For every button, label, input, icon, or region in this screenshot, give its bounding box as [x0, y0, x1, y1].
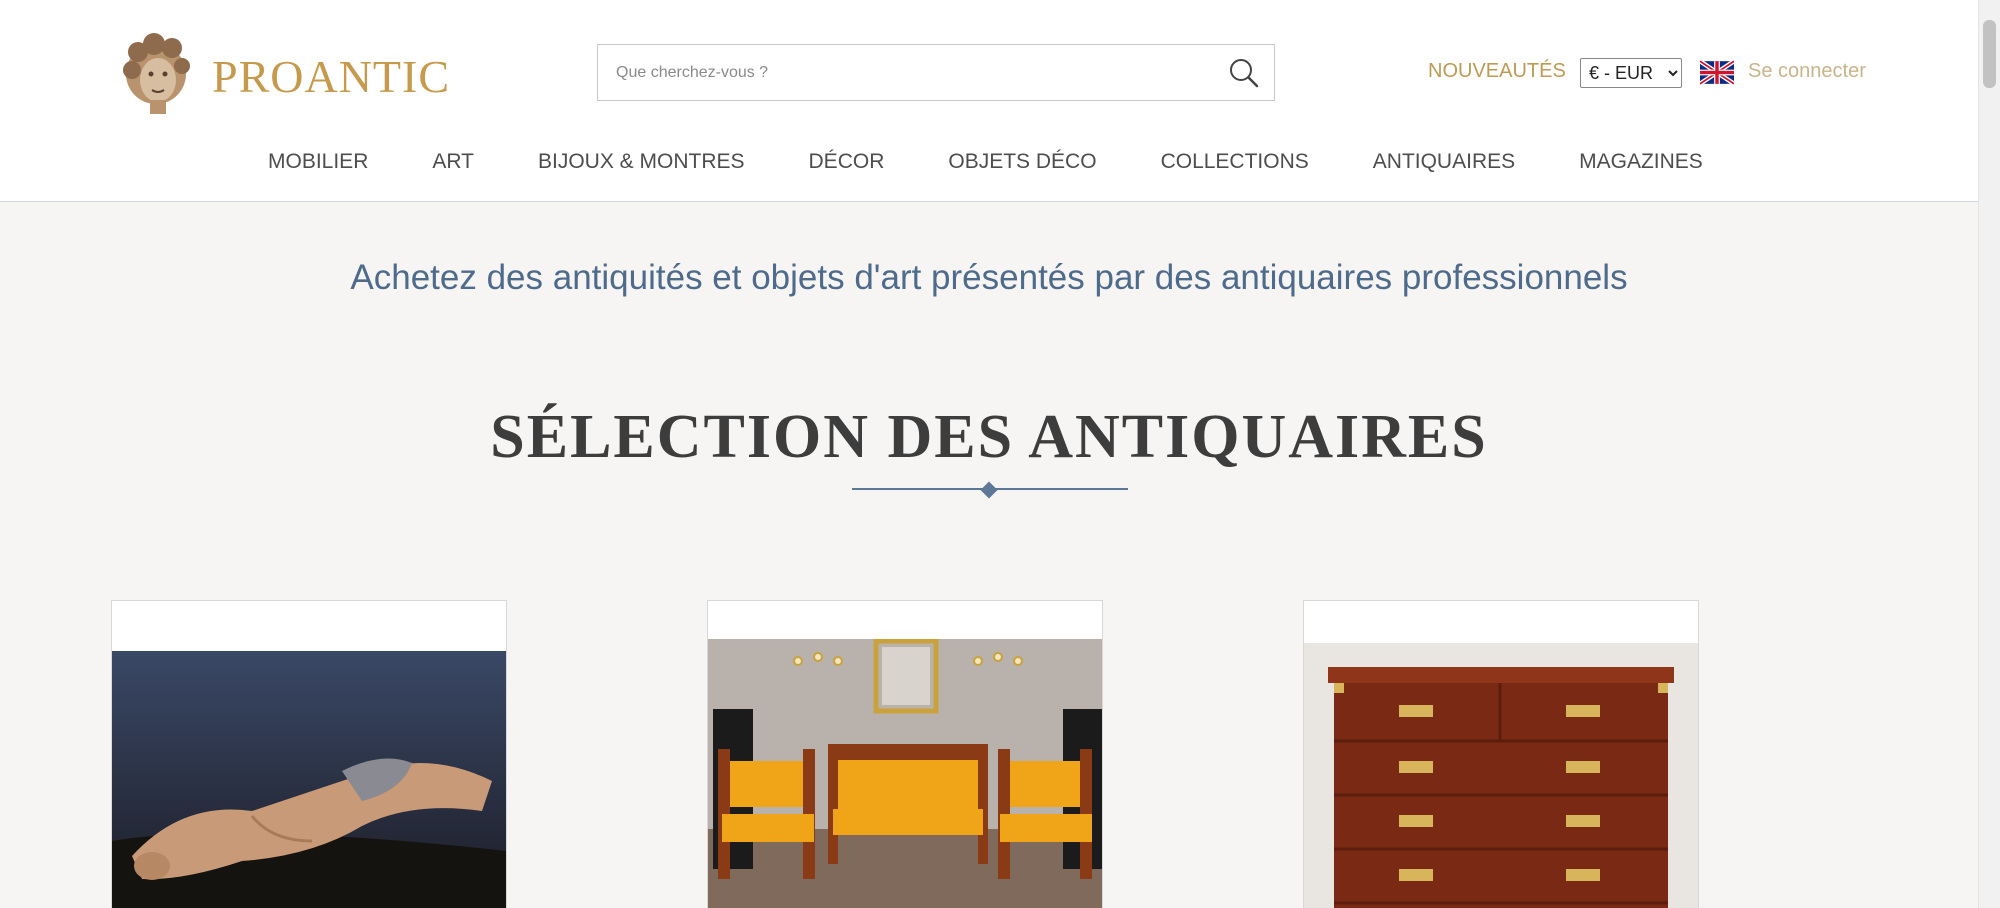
- painting-image: [112, 651, 506, 908]
- login-link[interactable]: Se connecter: [1748, 60, 1866, 83]
- scrollbar-thumb[interactable]: [1983, 20, 1996, 88]
- commode-image: [1304, 643, 1698, 908]
- section-title: SÉLECTION DES ANTIQUAIRES: [490, 403, 1488, 471]
- tagline: Achetez des antiquités et objets d'art p…: [350, 258, 1628, 297]
- proantic-logo[interactable]: PROANTIC: [108, 22, 456, 122]
- greek-head-logo-icon: [123, 33, 190, 114]
- nav-item-mobilier[interactable]: MOBILIER: [268, 150, 368, 174]
- uk-flag-icon[interactable]: [1698, 59, 1736, 86]
- nouveautes-link[interactable]: NOUVEAUTÉS: [1428, 60, 1566, 83]
- nav-item-antiquaires[interactable]: ANTIQUAIRES: [1373, 150, 1515, 174]
- page-scrollbar[interactable]: [1978, 0, 2000, 908]
- logo-text: PROANTIC: [212, 50, 451, 102]
- salon-furniture-image: [708, 639, 1102, 908]
- currency-select[interactable]: € - EUR: [1580, 58, 1682, 88]
- nav-item-collections[interactable]: COLLECTIONS: [1161, 150, 1309, 174]
- nav-item-magazines[interactable]: MAGAZINES: [1579, 150, 1703, 174]
- main-nav: MOBILIER ART BIJOUX & MONTRES DÉCOR OBJE…: [108, 123, 1848, 201]
- title-divider-diamond: [980, 481, 998, 499]
- product-card-commode[interactable]: [1303, 600, 1699, 908]
- nav-item-objets-deco[interactable]: OBJETS DÉCO: [948, 150, 1096, 174]
- nav-item-bijoux-montres[interactable]: BIJOUX & MONTRES: [538, 150, 745, 174]
- product-card-salon[interactable]: [707, 600, 1103, 908]
- site-header: PROANTIC NOUVEAUTÉS € - EUR Se connecter…: [0, 0, 1978, 202]
- nav-item-art[interactable]: ART: [432, 150, 474, 174]
- search-icon[interactable]: [1214, 45, 1274, 100]
- search-bar: [597, 44, 1275, 101]
- search-input[interactable]: [616, 45, 1214, 100]
- product-card-painting[interactable]: [111, 600, 507, 908]
- nav-item-decor[interactable]: DÉCOR: [809, 150, 885, 174]
- featured-products: [108, 528, 1848, 908]
